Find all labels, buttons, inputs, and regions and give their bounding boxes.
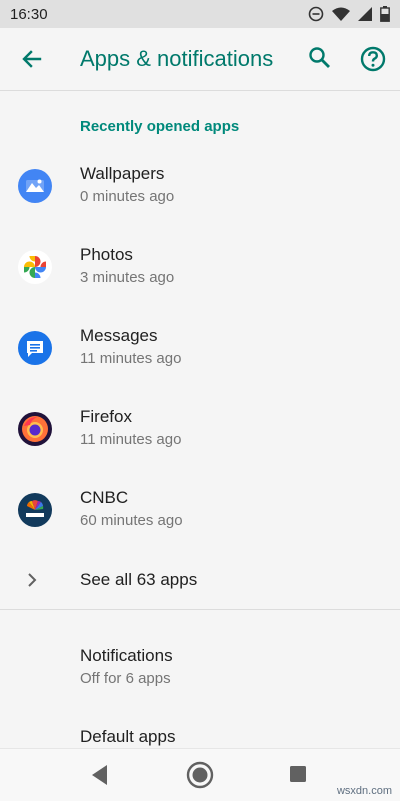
recent-app-row[interactable]: Wallpapers 0 minutes ago xyxy=(0,146,400,226)
setting-title: Notifications xyxy=(80,646,173,665)
app-name: Firefox xyxy=(80,407,132,426)
photos-icon xyxy=(18,250,52,284)
recent-app-row[interactable]: Messages 11 minutes ago xyxy=(0,308,400,388)
app-time: 11 minutes ago xyxy=(80,350,182,367)
cnbc-icon xyxy=(18,493,52,527)
status-time: 16:30 xyxy=(10,5,48,23)
recent-app-row[interactable]: Photos 3 minutes ago xyxy=(0,227,400,307)
app-name: Photos xyxy=(80,245,133,264)
wifi-icon xyxy=(332,7,350,21)
divider xyxy=(0,609,400,610)
chevron-right-icon xyxy=(24,569,40,591)
app-name: Messages xyxy=(80,326,158,345)
firefox-icon xyxy=(18,412,52,446)
help-icon[interactable] xyxy=(358,44,388,74)
app-name: Wallpapers xyxy=(80,164,165,183)
app-time: 0 minutes ago xyxy=(80,188,175,205)
do-not-disturb-icon xyxy=(308,6,324,22)
back-arrow-icon[interactable] xyxy=(18,45,46,73)
nav-back-icon[interactable] xyxy=(89,763,111,787)
wallpapers-icon xyxy=(18,169,52,203)
nav-home-icon[interactable] xyxy=(186,761,214,789)
nav-recents-icon[interactable] xyxy=(289,765,307,783)
app-bar: Apps & notifications xyxy=(0,28,400,91)
app-time: 11 minutes ago xyxy=(80,431,182,448)
setting-row-notifications[interactable]: Notifications Off for 6 apps xyxy=(0,628,400,698)
battery-icon xyxy=(380,6,390,22)
setting-title: Default apps xyxy=(80,727,176,746)
see-all-apps-row[interactable]: See all 63 apps xyxy=(0,554,400,606)
status-icons xyxy=(308,6,390,22)
signal-icon xyxy=(358,7,372,21)
setting-summary: Off for 6 apps xyxy=(80,670,171,687)
page-title: Apps & notifications xyxy=(80,46,274,71)
messages-icon xyxy=(18,331,52,365)
app-time: 3 minutes ago xyxy=(80,269,175,286)
app-name: CNBC xyxy=(80,488,129,507)
status-bar: 16:30 xyxy=(0,0,400,28)
watermark: wsxdn.com xyxy=(336,785,392,797)
see-all-apps-label: See all 63 apps xyxy=(80,570,198,589)
recent-app-row[interactable]: CNBC 60 minutes ago xyxy=(0,470,400,550)
search-icon[interactable] xyxy=(306,44,334,72)
app-time: 60 minutes ago xyxy=(80,512,183,529)
recent-app-row[interactable]: Firefox 11 minutes ago xyxy=(0,389,400,469)
section-title-recent: Recently opened apps xyxy=(80,118,240,135)
navigation-bar: wsxdn.com xyxy=(0,748,400,801)
